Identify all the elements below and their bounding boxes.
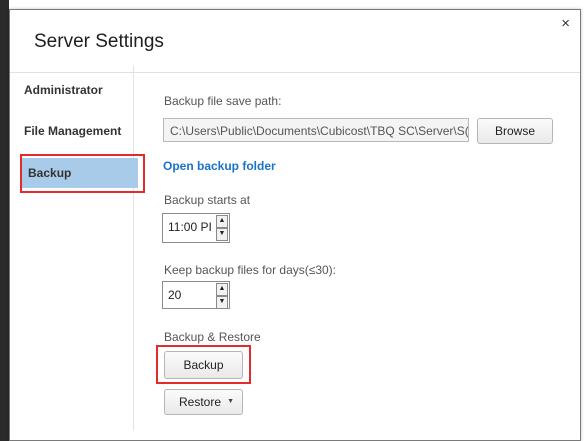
close-icon[interactable]: × [561, 16, 570, 31]
keep-days-value: 20 [168, 288, 182, 302]
save-path-label: Backup file save path: [164, 94, 282, 108]
backup-restore-label: Backup & Restore [164, 330, 261, 344]
backup-time-spinner[interactable]: 11:00 PI ▲ ▼ [162, 213, 230, 243]
restore-dropdown-button[interactable]: Restore ▼ [164, 389, 243, 415]
save-path-field[interactable]: C:\Users\Public\Documents\Cubicost\TBQ S… [163, 118, 469, 142]
backup-button[interactable]: Backup [164, 351, 243, 379]
backup-starts-at-label: Backup starts at [164, 193, 251, 207]
restore-button-label: Restore [179, 395, 222, 409]
keep-days-spinner[interactable]: 20 ▲ ▼ [162, 281, 230, 309]
settings-sidebar: Administrator File Management Backup [6, 66, 138, 430]
spin-up-icon[interactable]: ▲ [216, 283, 228, 296]
chevron-down-icon: ▼ [227, 398, 234, 405]
sidebar-item-administrator[interactable]: Administrator [24, 83, 103, 97]
spin-up-icon[interactable]: ▲ [216, 215, 228, 228]
dialog-titlebar: Server Settings × [10, 10, 580, 73]
dialog-title: Server Settings [34, 31, 164, 52]
spin-down-icon[interactable]: ▼ [216, 296, 228, 309]
backup-time-value: 11:00 PI [168, 220, 212, 234]
open-backup-folder-link[interactable]: Open backup folder [163, 159, 276, 173]
spin-down-icon[interactable]: ▼ [216, 228, 228, 241]
sidebar-item-backup[interactable]: Backup [20, 158, 138, 188]
backup-time-spin-buttons: ▲ ▼ [216, 215, 228, 241]
backdrop-top [0, 0, 584, 9]
keep-days-label: Keep backup files for days(≤30): [164, 263, 337, 277]
keep-days-spin-buttons: ▲ ▼ [216, 283, 228, 309]
browse-button[interactable]: Browse [477, 118, 553, 144]
sidebar-item-file-management[interactable]: File Management [24, 124, 121, 138]
